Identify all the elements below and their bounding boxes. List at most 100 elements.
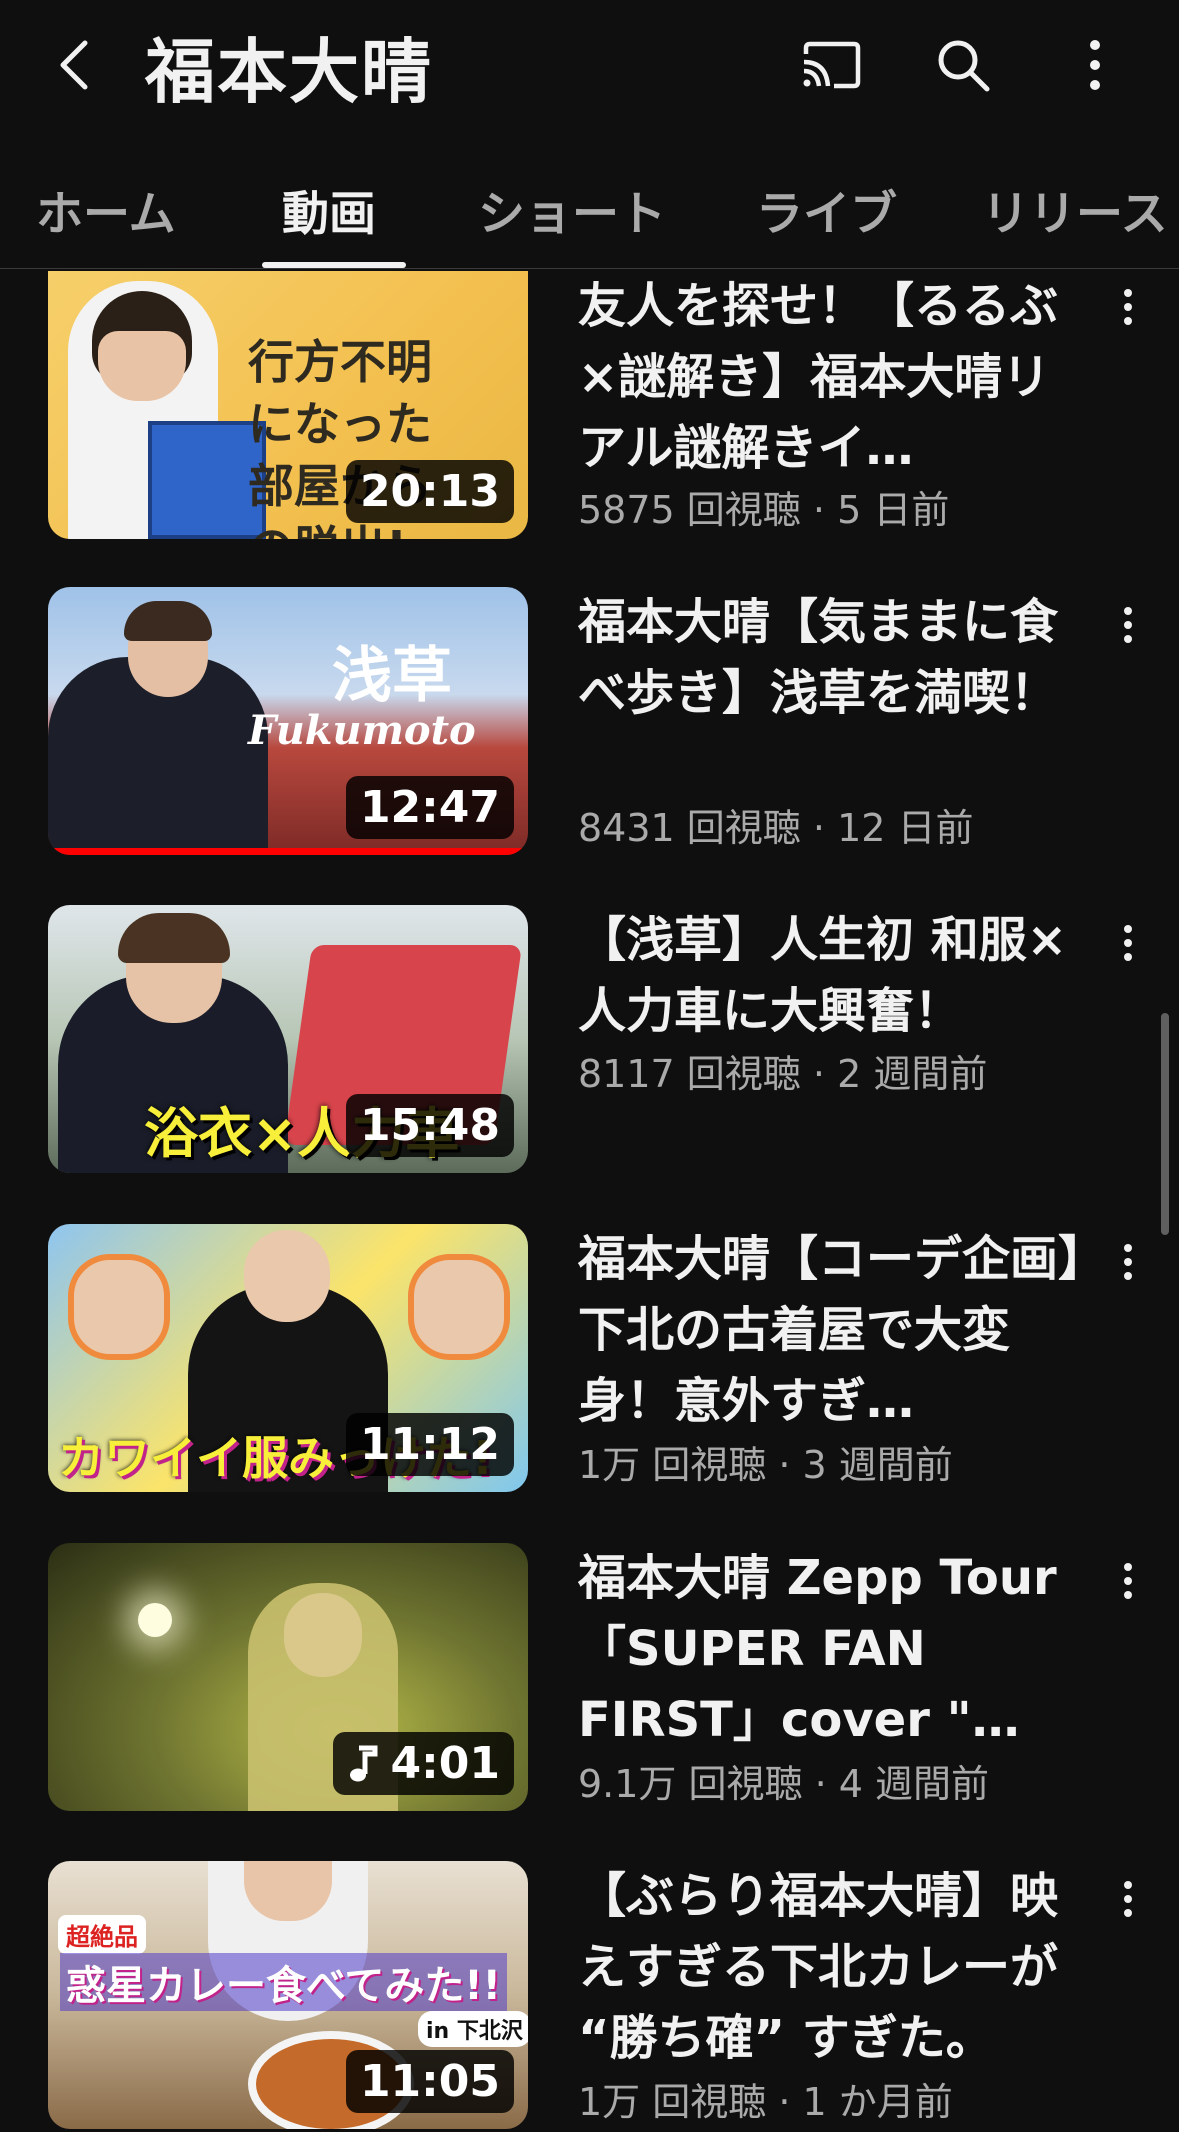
- search-icon: [938, 40, 990, 92]
- more-vert-icon: [1124, 289, 1132, 325]
- thumbnail-caption: 浅草: [332, 641, 452, 711]
- duration-badge: 15:48: [345, 1094, 514, 1157]
- video-item[interactable]: カワイイ服みっけた! 11:12 福本大晴【コーデ企画】下北の古着屋で大変身！意…: [0, 1224, 1179, 1496]
- active-tab-indicator: [262, 262, 406, 268]
- video-menu-button[interactable]: [1108, 1234, 1148, 1290]
- back-button[interactable]: [40, 22, 110, 108]
- view-count: 8431 回視聴: [578, 806, 801, 850]
- view-count: 5875 回視聴: [578, 488, 801, 532]
- video-thumbnail[interactable]: カワイイ服みっけた! 11:12: [48, 1224, 528, 1492]
- video-thumbnail[interactable]: 4:01: [48, 1543, 528, 1811]
- duration-badge: 4:01: [332, 1732, 514, 1795]
- video-meta: 8431 回視聴 · 12 日前: [578, 797, 974, 852]
- video-meta: 1万 回視聴 · 1 か月前: [578, 2071, 953, 2126]
- duration-badge: 20:13: [345, 460, 514, 523]
- tab-live[interactable]: ライブ: [756, 150, 897, 268]
- tab-videos[interactable]: 動画: [282, 150, 376, 268]
- video-title[interactable]: 福本大晴【気ままに食べ歩き】浅草を満喫！: [578, 587, 1098, 800]
- view-count: 1万 回視聴: [578, 1443, 767, 1487]
- video-meta: 5875 回視聴 · 5 日前: [578, 479, 949, 534]
- scrollbar-thumb[interactable]: [1161, 1013, 1169, 1235]
- video-title[interactable]: 友人を探せ！【るるぶ×謎解き】福本大晴リアル謎解きイ…: [578, 271, 1098, 484]
- video-thumbnail[interactable]: 行方不明になった部屋からの脱出! 20:13: [48, 271, 528, 539]
- more-vert-icon: [1124, 1244, 1132, 1280]
- video-meta: 8117 回視聴 · 2 週間前: [578, 1043, 987, 1098]
- thumbnail-caption: 惑星カレー食べてみた!!: [60, 1953, 507, 2011]
- video-thumbnail[interactable]: 浴衣×人力車 15:48: [48, 905, 528, 1173]
- video-title[interactable]: 【ぶらり福本大晴】映えすぎる下北カレーが “勝ち確” すぎた。: [578, 1861, 1098, 2074]
- meta-separator: ·: [812, 488, 825, 532]
- more-vert-icon: [1124, 607, 1132, 643]
- duration-badge: 12:47: [345, 776, 514, 839]
- meta-separator: ·: [778, 1443, 791, 1487]
- video-menu-button[interactable]: [1108, 1553, 1148, 1609]
- duration-badge: 11:12: [345, 1413, 514, 1476]
- upload-age: 2 週間前: [837, 1052, 988, 1096]
- thumbnail-badge: 超絶品: [58, 1915, 146, 1954]
- thumbnail-location: in 下北沢: [418, 2011, 528, 2047]
- music-note-icon: [349, 1745, 378, 1781]
- video-menu-button[interactable]: [1108, 915, 1148, 971]
- meta-separator: ·: [778, 2080, 791, 2124]
- video-list: 行方不明になった部屋からの脱出! 20:13 友人を探せ！【るるぶ×謎解き】福本…: [0, 269, 1179, 2132]
- thumbnail-face-right: [408, 1254, 510, 1360]
- video-item[interactable]: 行方不明になった部屋からの脱出! 20:13 友人を探せ！【るるぶ×謎解き】福本…: [0, 269, 1179, 539]
- tab-home[interactable]: ホーム: [36, 150, 176, 268]
- cast-button[interactable]: [786, 22, 876, 108]
- tab-releases[interactable]: リリース: [982, 150, 1168, 268]
- duration-text: 11:12: [359, 1419, 500, 1470]
- video-meta: 1万 回視聴 · 3 週間前: [578, 1434, 953, 1489]
- thumbnail-hair: [118, 913, 230, 963]
- video-title[interactable]: 福本大晴【コーデ企画】下北の古着屋で大変身！意外すぎ…: [578, 1224, 1098, 1437]
- thumbnail-hair: [124, 601, 212, 641]
- search-button[interactable]: [918, 22, 1008, 108]
- thumbnail-subcaption: Fukumoto: [248, 707, 476, 754]
- meta-separator: ·: [812, 1052, 825, 1096]
- duration-text: 12:47: [359, 782, 500, 833]
- cast-icon: [803, 41, 861, 89]
- more-options-button[interactable]: [1050, 22, 1140, 108]
- video-meta: 9.1万 回視聴 · 4 週間前: [578, 1753, 989, 1808]
- channel-videos-screen: 福本大晴 ホーム 動画 ショート ライブ リリース 行方不明になった部屋から 2…: [0, 0, 1179, 2132]
- video-item[interactable]: 浴衣×人力車 15:48 【浅草】人生初 和服×人力車に大興奮！ 8117 回視…: [0, 905, 1179, 1177]
- channel-tabs: ホーム 動画 ショート ライブ リリース: [0, 150, 1179, 269]
- video-menu-button[interactable]: [1108, 279, 1148, 335]
- thumbnail-face-left: [68, 1254, 170, 1360]
- upload-age: 3 週間前: [802, 1443, 953, 1487]
- duration-badge: 11:05: [345, 2050, 514, 2113]
- video-item[interactable]: 浅草 Fukumoto 12:47 福本大晴【気ままに食べ歩き】浅草を満喫！ 8…: [0, 587, 1179, 859]
- video-item[interactable]: 4:01 福本大晴 Zepp Tour「SUPER FAN FIRST」cove…: [0, 1543, 1179, 1815]
- more-vert-icon: [1124, 1563, 1132, 1599]
- more-vert-icon: [1124, 925, 1132, 961]
- duration-text: 4:01: [390, 1738, 500, 1789]
- duration-text: 20:13: [359, 466, 500, 517]
- channel-title: 福本大晴: [145, 31, 433, 113]
- video-thumbnail[interactable]: 超絶品 惑星カレー食べてみた!! in 下北沢 11:05: [48, 1861, 528, 2129]
- tab-shorts[interactable]: ショート: [478, 150, 666, 268]
- video-menu-button[interactable]: [1108, 597, 1148, 653]
- meta-separator: ·: [812, 806, 825, 850]
- video-item[interactable]: 超絶品 惑星カレー食べてみた!! in 下北沢 11:05 【ぶらり福本大晴】映…: [0, 1861, 1179, 2132]
- back-arrow-icon: [60, 40, 88, 90]
- upload-age: 12 日前: [837, 806, 974, 850]
- thumbnail-face: [244, 1230, 330, 1322]
- video-title[interactable]: 福本大晴 Zepp Tour「SUPER FAN FIRST」cover "…: [578, 1543, 1098, 1756]
- meta-separator: ·: [814, 1762, 827, 1806]
- thumbnail-face: [284, 1593, 362, 1677]
- view-count: 1万 回視聴: [578, 2080, 767, 2124]
- video-menu-button[interactable]: [1108, 1871, 1148, 1927]
- duration-text: 11:05: [359, 2056, 500, 2107]
- watch-progress-bar: [48, 848, 528, 855]
- upload-age: 5 日前: [837, 488, 950, 532]
- video-thumbnail[interactable]: 浅草 Fukumoto 12:47: [48, 587, 528, 855]
- more-vert-icon: [1124, 1881, 1132, 1917]
- stage-light-icon: [138, 1603, 172, 1637]
- thumbnail-face: [98, 331, 186, 401]
- upload-age: 1 か月前: [802, 2080, 953, 2124]
- top-app-bar: 福本大晴: [0, 0, 1179, 140]
- video-title[interactable]: 【浅草】人生初 和服×人力車に大興奮！: [578, 905, 1098, 1047]
- view-count: 9.1万 回視聴: [578, 1762, 803, 1806]
- more-vert-icon: [1090, 40, 1100, 90]
- view-count: 8117 回視聴: [578, 1052, 801, 1096]
- upload-age: 4 週間前: [838, 1762, 990, 1806]
